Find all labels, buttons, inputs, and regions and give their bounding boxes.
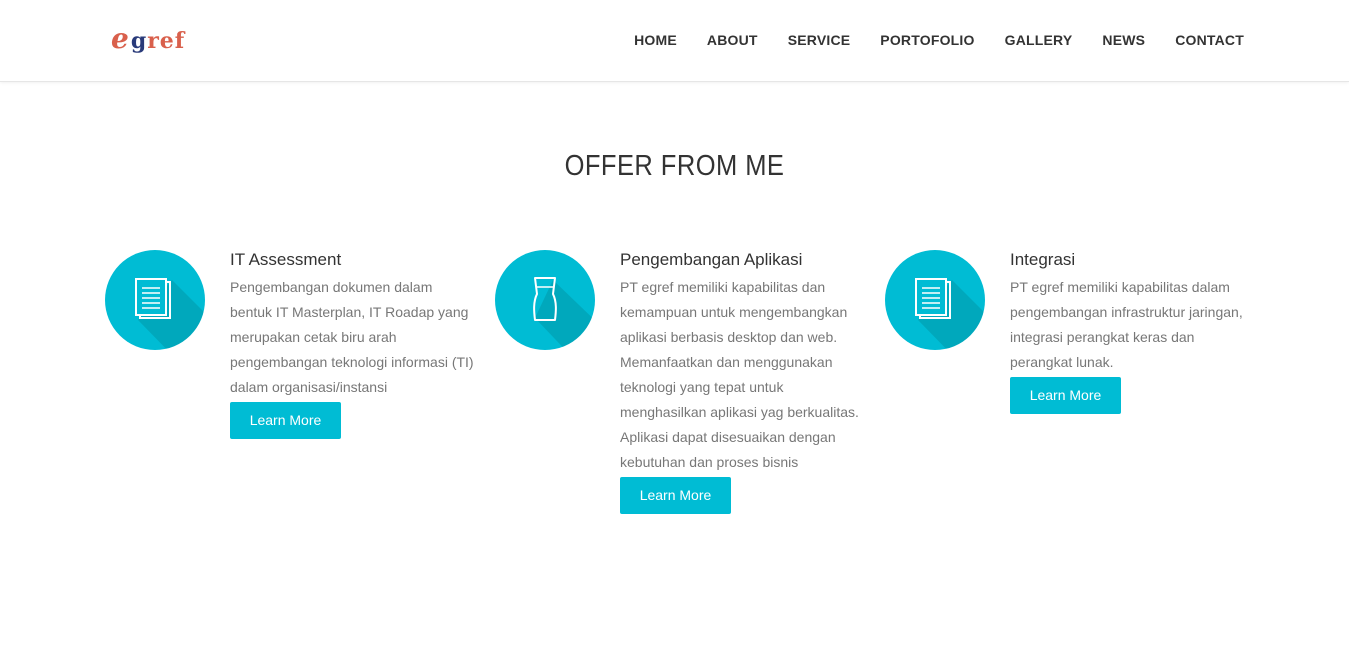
service-title: IT Assessment xyxy=(230,250,342,269)
logo-ref: ref xyxy=(147,28,186,54)
learn-more-button[interactable]: Learn More xyxy=(230,402,341,439)
learn-more-button[interactable]: Learn More xyxy=(1010,377,1121,414)
brand-logo[interactable]: e g ref xyxy=(111,22,186,55)
nav-service[interactable]: SERVICE xyxy=(773,31,866,49)
main-nav: HOME ABOUT SERVICE PORTOFOLIO GALLERY NE… xyxy=(619,31,1244,49)
document-icon xyxy=(915,278,985,350)
service-title: Pengembangan Aplikasi xyxy=(620,250,803,269)
document-icon xyxy=(135,278,205,350)
service-description: PT egref memiliki kapabilitas dalam peng… xyxy=(1010,279,1243,370)
glass-icon xyxy=(533,277,595,350)
nav-contact[interactable]: CONTACT xyxy=(1160,31,1244,49)
nav-about[interactable]: ABOUT xyxy=(692,31,773,49)
site-header: e g ref HOME ABOUT SERVICE PORTOFOLIO GA… xyxy=(0,0,1349,82)
logo-g: g xyxy=(130,28,148,54)
service-card-body: Integrasi PT egref memiliki kapabilitas … xyxy=(1010,250,1255,414)
service-description: Pengembangan dokumen dalam bentuk IT Mas… xyxy=(230,279,474,395)
service-title: Integrasi xyxy=(1010,250,1076,269)
service-card-body: IT Assessment Pengembangan dokumen dalam… xyxy=(230,250,475,439)
logo-e: e xyxy=(111,22,130,55)
section-title: OFFER FROM ME xyxy=(564,150,785,182)
service-icon-circle xyxy=(885,250,985,350)
nav-home[interactable]: HOME xyxy=(619,31,692,49)
nav-gallery[interactable]: GALLERY xyxy=(990,31,1088,49)
learn-more-button[interactable]: Learn More xyxy=(620,477,731,514)
service-description: PT egref memiliki kapabilitas dan kemamp… xyxy=(620,279,859,470)
service-icon-circle xyxy=(105,250,205,350)
service-icon-circle xyxy=(495,250,595,350)
nav-news[interactable]: NEWS xyxy=(1087,31,1160,49)
service-card-body: Pengembangan Aplikasi PT egref memiliki … xyxy=(620,250,865,514)
nav-portofolio[interactable]: PORTOFOLIO xyxy=(865,31,989,49)
